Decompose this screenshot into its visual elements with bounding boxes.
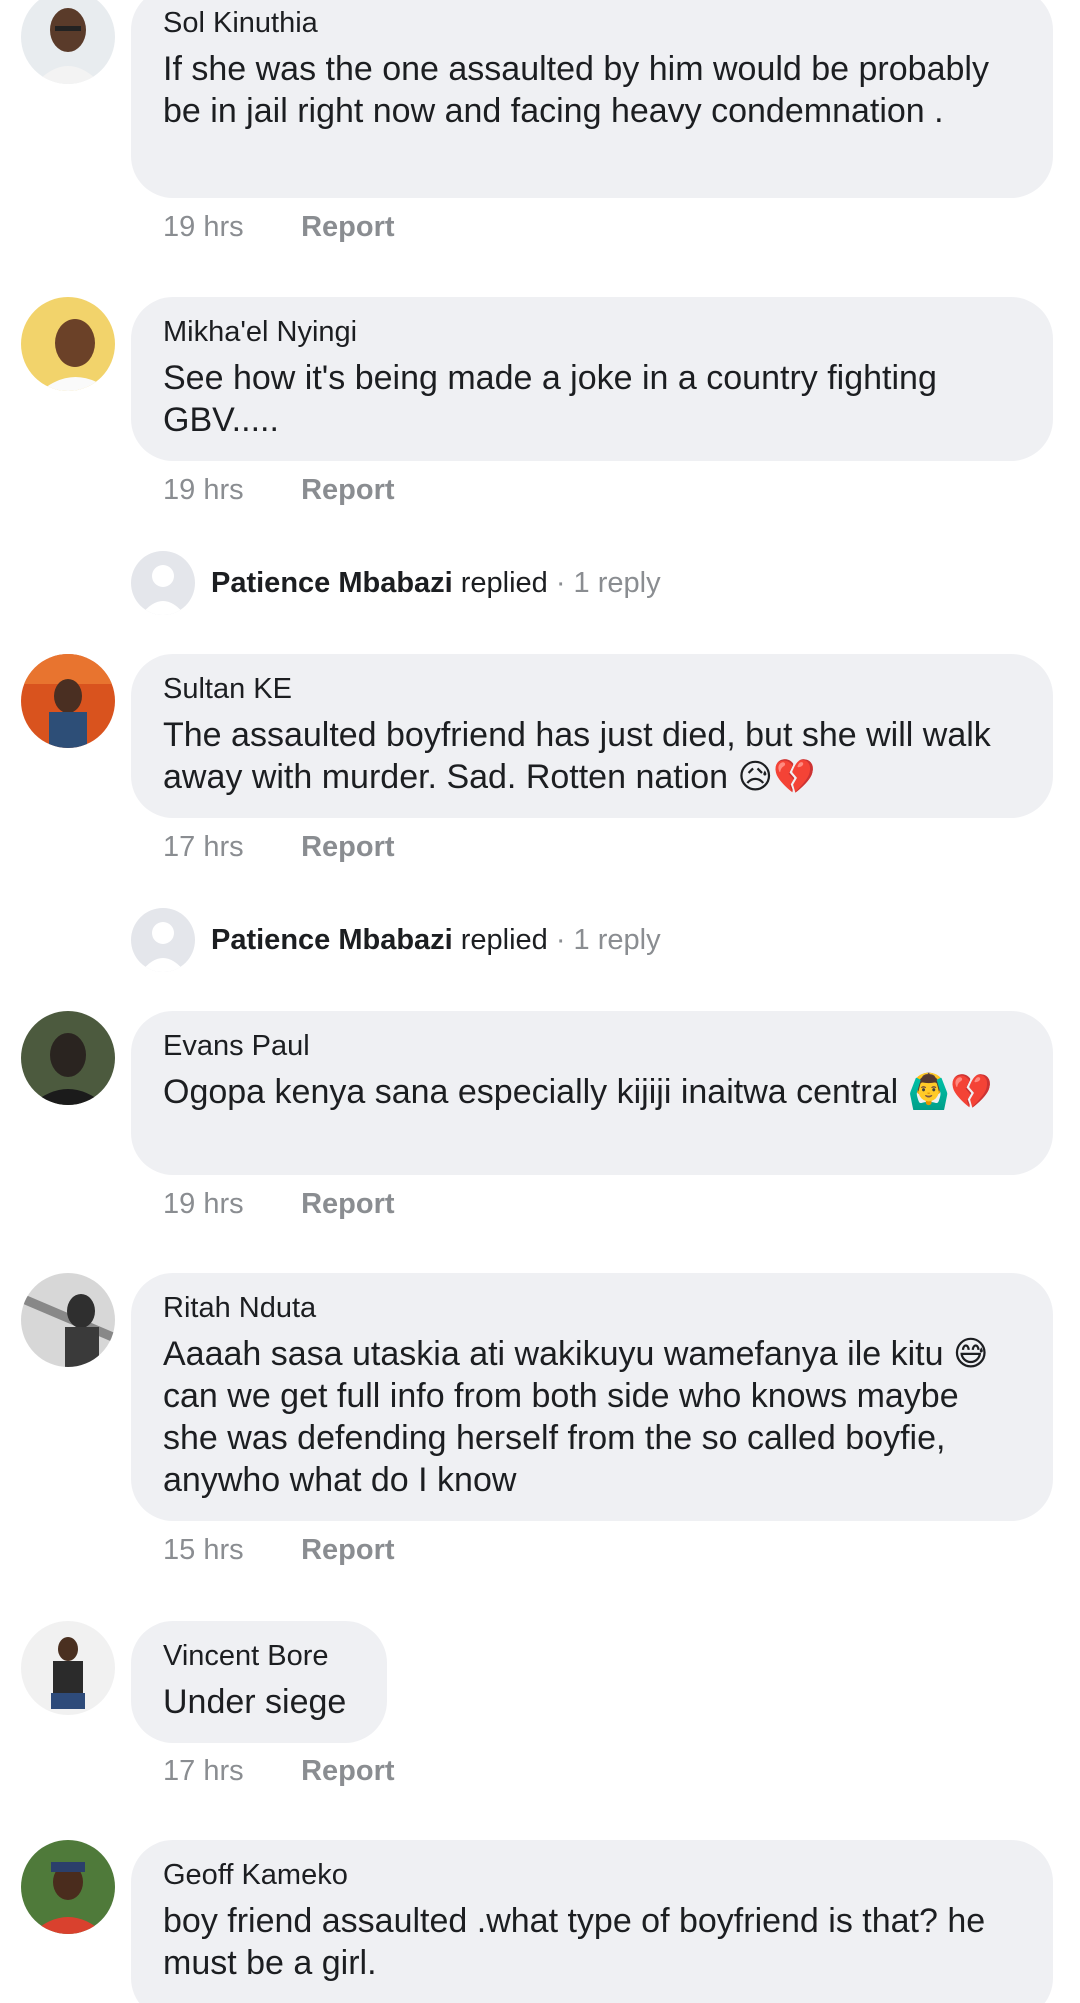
comment-time[interactable]: 17 hrs: [163, 1754, 293, 1788]
comment-text: Aaaah sasa utaskia ati wakikuyu wamefany…: [163, 1335, 989, 1499]
avatar[interactable]: [21, 1011, 115, 1105]
reply-verb: replied: [460, 923, 548, 956]
comment-time[interactable]: 19 hrs: [163, 473, 293, 507]
comment-text: Under siege: [163, 1683, 347, 1721]
comment-author[interactable]: Sultan KE: [163, 672, 1021, 706]
comment-bubble: Mikha'el Nyingi See how it's being made …: [131, 297, 1053, 461]
report-button[interactable]: Report: [301, 211, 394, 243]
comment-bubble: Vincent Bore Under siege: [131, 1621, 387, 1743]
report-button[interactable]: Report: [301, 1188, 394, 1220]
comment-meta: 19 hrs Report: [163, 473, 395, 507]
avatar: [131, 551, 195, 615]
avatar[interactable]: [21, 1273, 115, 1367]
report-button[interactable]: Report: [301, 474, 394, 506]
reply-author[interactable]: Patience Mbabazi: [211, 567, 453, 600]
reply-verb: replied: [460, 566, 548, 599]
avatar: [131, 908, 195, 972]
comment-text: Ogopa kenya sana especially kijiji inait…: [163, 1073, 993, 1111]
comment-bubble: Ritah Nduta Aaaah sasa utaskia ati wakik…: [131, 1273, 1053, 1521]
comment-meta: 17 hrs Report: [163, 830, 395, 864]
report-button[interactable]: Report: [301, 1755, 394, 1787]
avatar[interactable]: [21, 654, 115, 748]
comment-bubble: Geoff Kameko boy friend assaulted .what …: [131, 1840, 1053, 2003]
comment-meta: 17 hrs Report: [163, 1754, 395, 1788]
comment-text: If she was the one assaulted by him woul…: [163, 50, 989, 130]
reply-count[interactable]: · 1 reply: [556, 567, 661, 600]
avatar[interactable]: [21, 1621, 115, 1715]
comment-author[interactable]: Geoff Kameko: [163, 1858, 1021, 1892]
comment-time[interactable]: 17 hrs: [163, 830, 293, 864]
comment-bubble: Sultan KE The assaulted boyfriend has ju…: [131, 654, 1053, 818]
comment-bubble: Evans Paul Ogopa kenya sana especially k…: [131, 1011, 1053, 1175]
comment-bubble: Sol Kinuthia If she was the one assaulte…: [131, 0, 1053, 198]
comment-author[interactable]: Sol Kinuthia: [163, 6, 1021, 40]
comment-meta: 19 hrs Report: [163, 210, 395, 244]
replies-link[interactable]: Patience Mbabazi replied · 1 reply: [131, 551, 661, 615]
comment-author[interactable]: Mikha'el Nyingi: [163, 315, 1021, 349]
comment-time[interactable]: 19 hrs: [163, 1187, 293, 1221]
comment-text: See how it's being made a joke in a coun…: [163, 359, 937, 439]
report-button[interactable]: Report: [301, 1534, 394, 1566]
comment-text: boy friend assaulted .what type of boyfr…: [163, 1902, 986, 1982]
comment-time[interactable]: 15 hrs: [163, 1533, 293, 1567]
reply-count[interactable]: · 1 reply: [556, 924, 661, 957]
comments-feed: Sol Kinuthia If she was the one assaulte…: [0, 0, 1080, 2003]
comment-author[interactable]: Vincent Bore: [163, 1639, 355, 1673]
comment-text: The assaulted boyfriend has just died, b…: [163, 716, 991, 796]
comment-meta: 19 hrs Report: [163, 1187, 395, 1221]
avatar[interactable]: [21, 0, 115, 84]
comment-author[interactable]: Ritah Nduta: [163, 1291, 1021, 1325]
avatar[interactable]: [21, 1840, 115, 1934]
report-button[interactable]: Report: [301, 831, 394, 863]
avatar[interactable]: [21, 297, 115, 391]
comment-author[interactable]: Evans Paul: [163, 1029, 1021, 1063]
reply-author[interactable]: Patience Mbabazi: [211, 924, 453, 957]
replies-link[interactable]: Patience Mbabazi replied · 1 reply: [131, 908, 661, 972]
comment-time[interactable]: 19 hrs: [163, 210, 293, 244]
comment-meta: 15 hrs Report: [163, 1533, 395, 1567]
